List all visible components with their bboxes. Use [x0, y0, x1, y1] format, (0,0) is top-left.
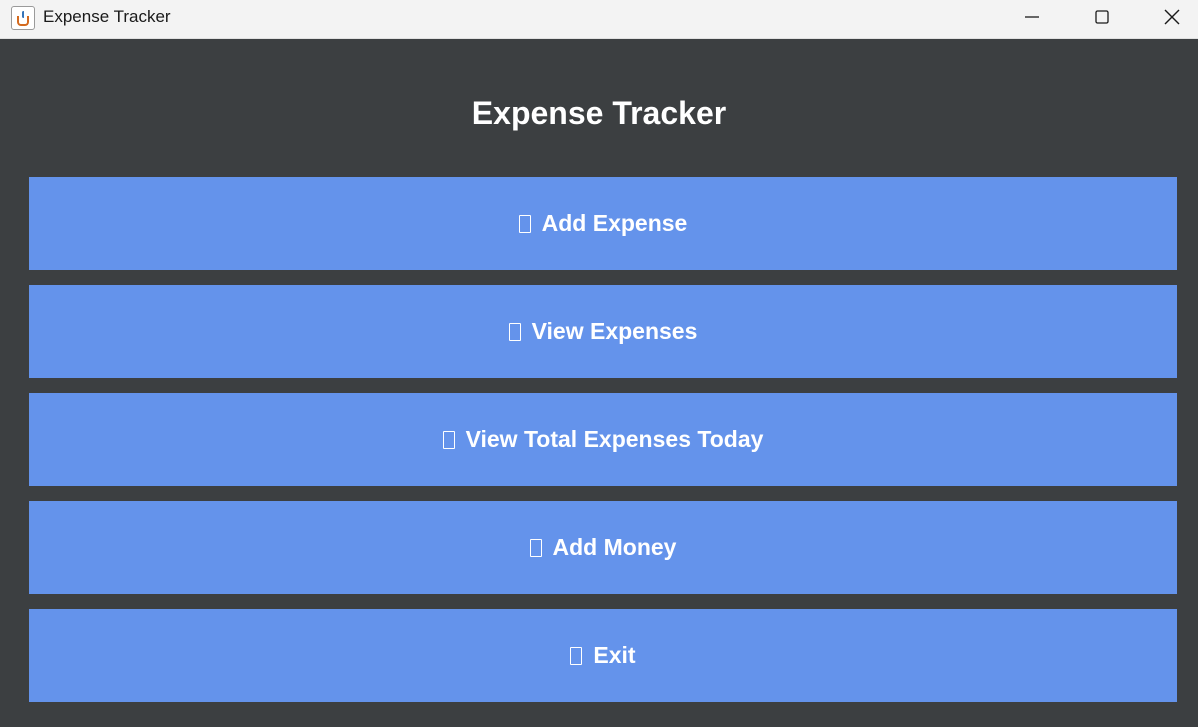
minimize-button[interactable]: [1009, 0, 1055, 34]
maximize-button[interactable]: [1079, 0, 1125, 34]
view-total-expenses-today-button[interactable]: View Total Expenses Today: [29, 393, 1177, 486]
add-expense-button[interactable]: Add Expense: [29, 177, 1177, 270]
window-title: Expense Tracker: [43, 7, 171, 26]
main-panel: Expense Tracker Add Expense View Expense…: [0, 40, 1198, 727]
exit-button[interactable]: Exit: [29, 609, 1177, 702]
view-expenses-button[interactable]: View Expenses: [29, 285, 1177, 378]
missing-glyph-icon: [570, 646, 583, 665]
java-cup-icon: [11, 6, 35, 30]
button-label: View Total Expenses Today: [465, 426, 764, 452]
minimize-icon: [1025, 16, 1039, 18]
missing-glyph-icon: [518, 214, 531, 233]
missing-glyph-icon: [529, 538, 542, 557]
close-button[interactable]: [1149, 0, 1195, 34]
button-label: Add Expense: [541, 210, 688, 236]
missing-glyph-icon: [508, 322, 521, 341]
button-label: View Expenses: [531, 318, 698, 344]
title-bar: Expense Tracker: [0, 0, 1198, 39]
missing-glyph-icon: [442, 430, 455, 449]
add-money-button[interactable]: Add Money: [29, 501, 1177, 594]
button-label: Add Money: [552, 534, 677, 560]
button-label: Exit: [593, 642, 636, 668]
page-title: Expense Tracker: [471, 95, 727, 131]
close-icon: [1164, 9, 1180, 25]
maximize-icon: [1095, 10, 1109, 24]
